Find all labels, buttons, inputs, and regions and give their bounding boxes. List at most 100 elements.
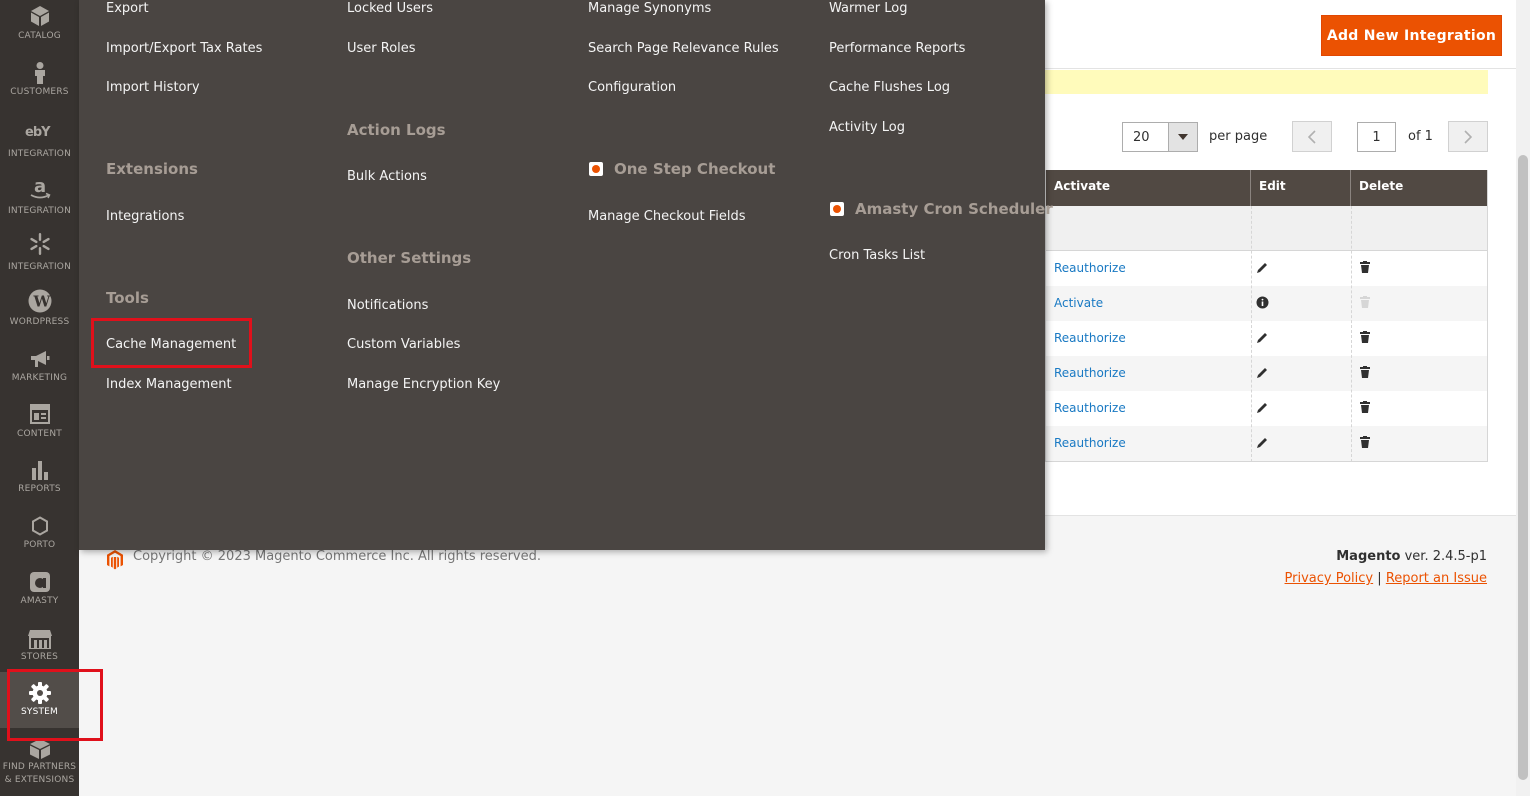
previous-page-button[interactable] [1292, 121, 1332, 152]
trash-icon[interactable] [1360, 261, 1370, 273]
trash-icon[interactable] [1360, 366, 1370, 378]
reauthorize-link[interactable]: Reauthorize [1054, 261, 1126, 275]
menu-item-integrations[interactable]: Integrations [106, 209, 184, 224]
column-header-activate[interactable]: Activate [1046, 170, 1251, 206]
sidebar-item-reports[interactable]: REPORTS [0, 448, 79, 504]
sidebar-label: INTEGRATION [7, 262, 72, 272]
wordpress-icon: W [0, 280, 79, 313]
trash-disabled-icon [1360, 296, 1370, 308]
reauthorize-link[interactable]: Reauthorize [1054, 331, 1126, 345]
ebay-icon: ebY [0, 112, 79, 138]
sidebar-label: STORES [20, 652, 59, 662]
sidebar-item-catalog[interactable]: CATALOG [0, 0, 79, 48]
sidebar-item-integration-walmart[interactable]: INTEGRATION [0, 224, 79, 280]
menu-item-index-management[interactable]: Index Management [106, 377, 232, 392]
menu-item-cache-flushes-log[interactable]: Cache Flushes Log [829, 80, 950, 95]
activate-link[interactable]: Activate [1054, 296, 1103, 310]
per-page-label: per page [1209, 129, 1268, 144]
table-row: Reauthorize [1046, 391, 1487, 426]
copyright-text: Copyright © 2023 Magento Commerce Inc. A… [133, 549, 541, 564]
column-header-delete[interactable]: Delete [1351, 170, 1487, 206]
add-new-integration-button[interactable]: Add New Integration [1321, 15, 1502, 56]
menu-item-user-roles[interactable]: User Roles [347, 41, 416, 56]
sidebar-item-content[interactable]: CONTENT [0, 392, 79, 448]
menu-item-import-export-tax-rates[interactable]: Import/Export Tax Rates [106, 41, 262, 56]
menu-item-locked-users[interactable]: Locked Users [347, 1, 433, 16]
pencil-icon[interactable] [1256, 401, 1269, 414]
chevron-left-icon [1308, 129, 1316, 144]
per-page-select[interactable]: 20 [1122, 122, 1198, 152]
menu-item-cron-tasks-list[interactable]: Cron Tasks List [829, 248, 925, 263]
menu-item-import-history[interactable]: Import History [106, 80, 200, 95]
pencil-icon[interactable] [1256, 366, 1269, 379]
scrollbar-thumb[interactable] [1518, 155, 1528, 780]
walmart-icon [0, 224, 79, 256]
menu-item-manage-checkout-fields[interactable]: Manage Checkout Fields [588, 209, 746, 224]
menu-item-configuration[interactable]: Configuration [588, 80, 676, 95]
sidebar-label: CONTENT [17, 429, 62, 439]
hexagon-icon [0, 504, 79, 536]
pencil-icon[interactable] [1256, 436, 1269, 449]
table-row: Reauthorize [1046, 321, 1487, 356]
menu-item-performance-reports[interactable]: Performance Reports [829, 41, 965, 56]
sidebar-item-wordpress[interactable]: W WORDPRESS [0, 280, 79, 336]
catalog-icon [0, 0, 79, 26]
sidebar-item-integration-amazon[interactable]: a INTEGRATION [0, 168, 79, 224]
menu-item-bulk-actions[interactable]: Bulk Actions [347, 169, 427, 184]
menu-item-activity-log[interactable]: Activity Log [829, 120, 905, 135]
menu-heading-amasty-cron-scheduler: Amasty Cron Scheduler [855, 200, 1053, 218]
sidebar-label: INTEGRATION [7, 149, 72, 159]
trash-icon[interactable] [1360, 436, 1370, 448]
menu-item-manage-synonyms[interactable]: Manage Synonyms [588, 1, 711, 16]
sidebar-label: FIND PARTNERS [2, 762, 77, 772]
highlight-box-cache-management [91, 318, 252, 368]
sidebar-item-amasty[interactable]: AMASTY [0, 560, 79, 616]
table-row: Activate [1046, 286, 1487, 321]
trash-icon[interactable] [1360, 401, 1370, 413]
column-divider [1251, 206, 1252, 462]
chevron-down-icon[interactable] [1168, 123, 1197, 151]
menu-item-notifications[interactable]: Notifications [347, 298, 428, 313]
menu-item-custom-variables[interactable]: Custom Variables [347, 337, 460, 352]
trash-icon[interactable] [1360, 331, 1370, 343]
menu-item-search-page-relevance-rules[interactable]: Search Page Relevance Rules [588, 41, 779, 56]
sidebar-item-porto[interactable]: PORTO [0, 504, 79, 560]
sidebar-item-customers[interactable]: CUSTOMERS [0, 56, 79, 112]
sidebar-item-stores[interactable]: STORES [0, 616, 79, 672]
chevron-right-icon [1464, 129, 1472, 144]
sidebar-label: AMASTY [20, 596, 59, 606]
reauthorize-link[interactable]: Reauthorize [1054, 401, 1126, 415]
sidebar-label: & EXTENSIONS [4, 775, 75, 785]
reports-icon [0, 448, 79, 480]
table-row: Reauthorize [1046, 426, 1487, 461]
sidebar-item-marketing[interactable]: MARKETING [0, 336, 79, 392]
sidebar-label: CUSTOMERS [10, 87, 69, 97]
notice-bar [1045, 70, 1488, 94]
system-flyout-menu: Export Import/Export Tax Rates Import Hi… [79, 0, 1053, 550]
info-icon[interactable] [1256, 296, 1269, 309]
highlight-box-system [7, 669, 103, 741]
sidebar-label: REPORTS [18, 484, 61, 494]
version-number: ver. 2.4.5-p1 [1400, 549, 1487, 564]
page-input[interactable]: 1 [1357, 122, 1396, 152]
next-page-button[interactable] [1448, 121, 1488, 152]
reauthorize-link[interactable]: Reauthorize [1054, 366, 1126, 380]
pencil-icon[interactable] [1256, 331, 1269, 344]
reauthorize-link[interactable]: Reauthorize [1054, 436, 1126, 450]
amasty-icon [0, 560, 79, 592]
page-count: of 1 [1408, 129, 1433, 144]
page-scrollbar[interactable] [1516, 0, 1530, 796]
content-icon [0, 392, 79, 424]
column-header-edit[interactable]: Edit [1251, 170, 1351, 206]
sidebar-item-integration-ebay[interactable]: ebY INTEGRATION [0, 112, 79, 168]
menu-item-manage-encryption-key[interactable]: Manage Encryption Key [347, 377, 500, 392]
menu-heading-extensions: Extensions [106, 160, 198, 178]
privacy-policy-link[interactable]: Privacy Policy [1285, 571, 1374, 586]
menu-item-warmer-log[interactable]: Warmer Log [829, 1, 907, 16]
sidebar-label: PORTO [23, 540, 56, 550]
pencil-icon[interactable] [1256, 261, 1269, 274]
report-issue-link[interactable]: Report an Issue [1386, 571, 1487, 586]
amasty-logo-icon [589, 162, 603, 176]
menu-item-export[interactable]: Export [106, 1, 149, 16]
sidebar-label: WORDPRESS [9, 317, 70, 327]
